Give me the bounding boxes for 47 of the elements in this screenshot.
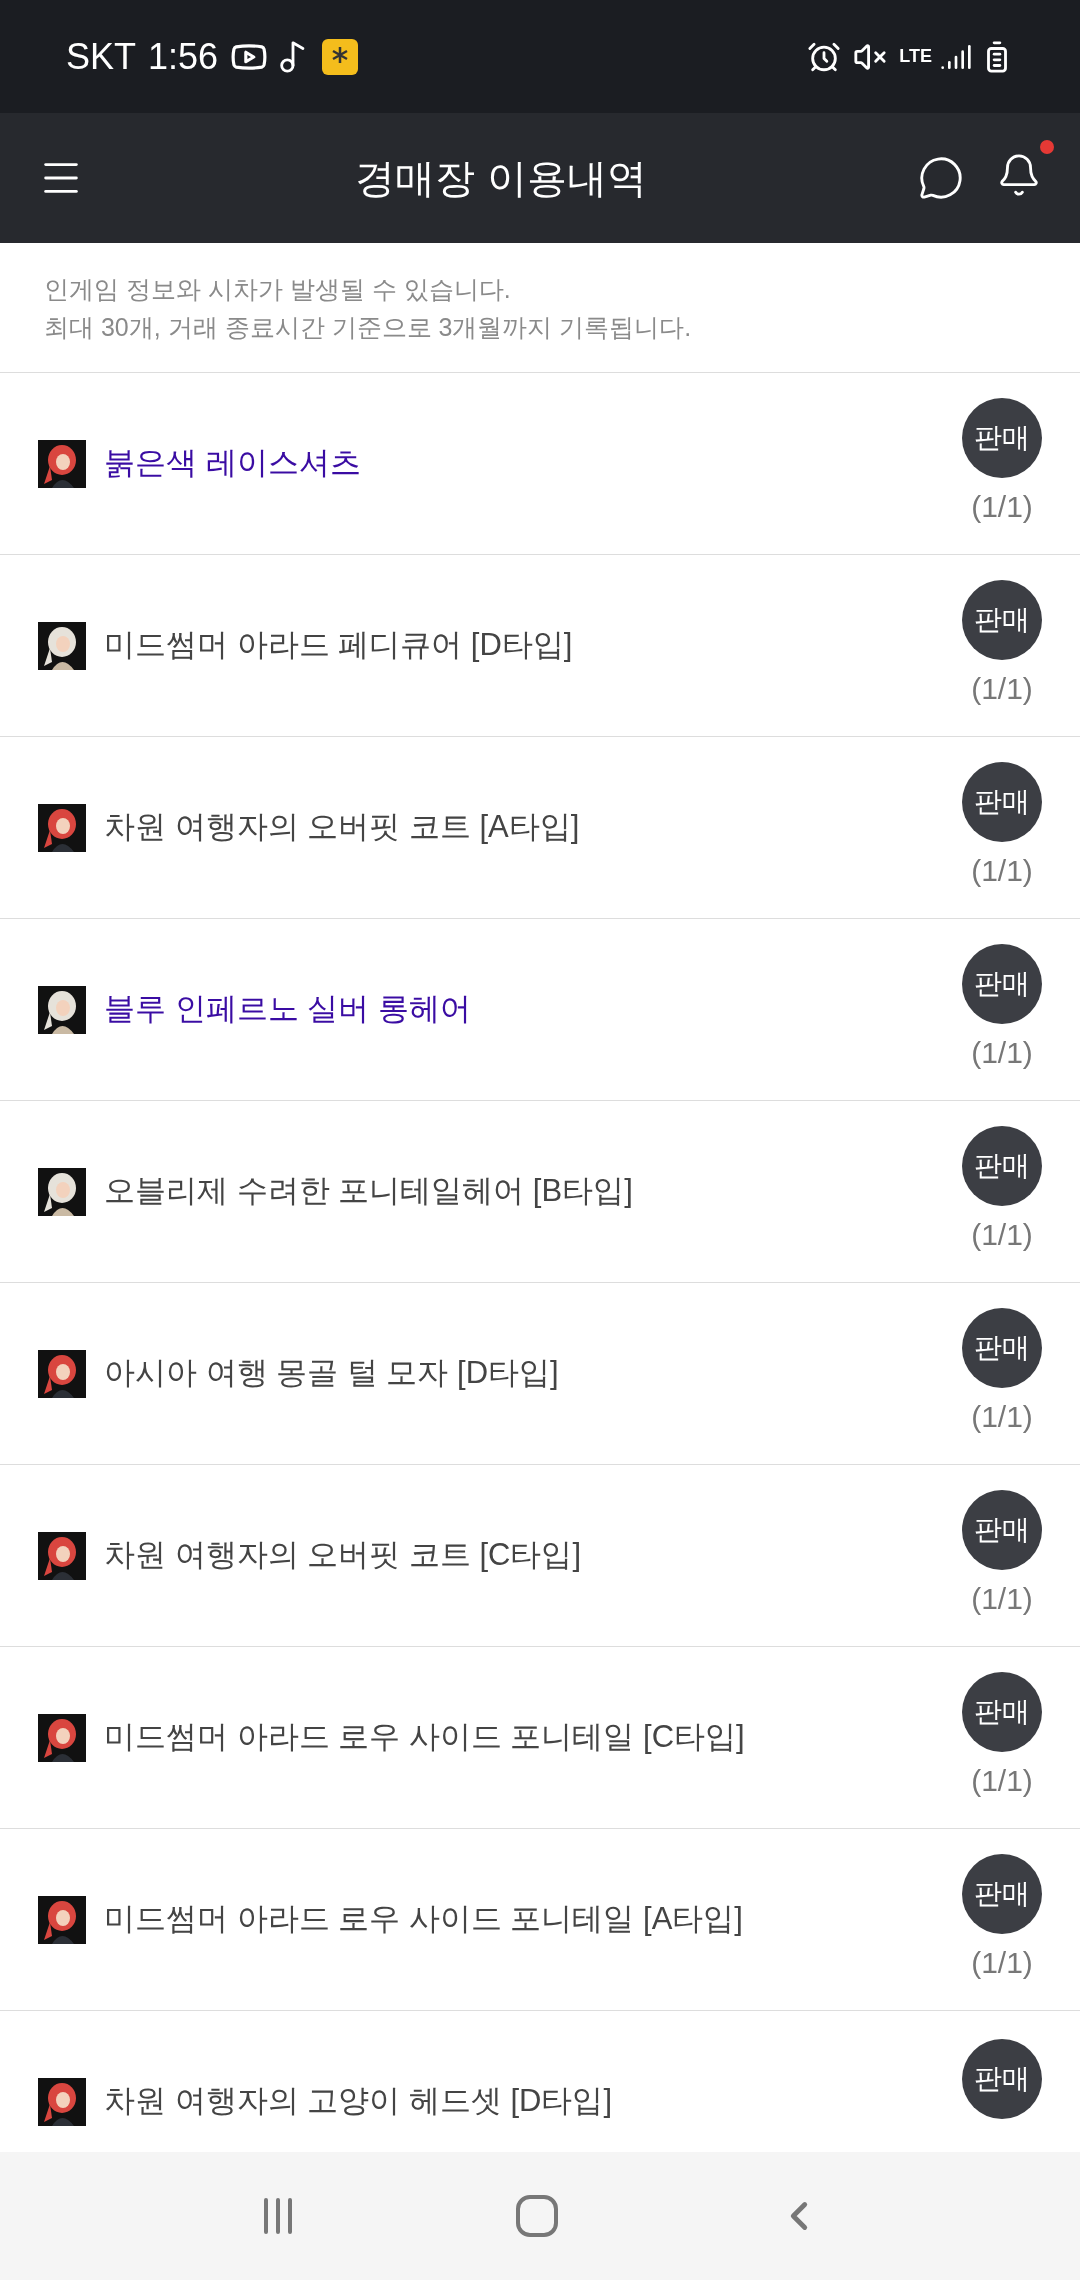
item-name: 미드썸머 아라드 로우 사이드 포니테일 [A타입] [104, 1900, 743, 1939]
count-text: (1/1) [971, 1217, 1033, 1253]
carrier-text: SKT [66, 34, 136, 79]
history-row[interactable]: 차원 여행자의 오버핏 코트 [C타입] 판매 (1/1) [0, 1465, 1080, 1647]
count-text: (1/1) [971, 1035, 1033, 1071]
history-row[interactable]: 미드썸머 아라드 로우 사이드 포니테일 [A타입] 판매 (1/1) [0, 1829, 1080, 2011]
sale-badge: 판매 [962, 2038, 1042, 2119]
item-name: 아시아 여행 몽골 털 모자 [D타입] [104, 1354, 559, 1393]
sale-badge: 판매 [962, 1308, 1042, 1388]
item-name: 차원 여행자의 고양이 헤드셋 [D타입] [104, 2082, 613, 2121]
bank-app-icon [322, 38, 359, 75]
item-name: 미드썸머 아라드 로우 사이드 포니테일 [C타입] [104, 1718, 745, 1757]
history-row[interactable]: 붉은색 레이스셔츠 판매 (1/1) [0, 373, 1080, 555]
sale-badge: 판매 [962, 944, 1042, 1024]
history-row[interactable]: 미드썸머 아라드 페디큐어 [D타입] 판매 (1/1) [0, 555, 1080, 737]
item-name: 미드썸머 아라드 페디큐어 [D타입] [104, 626, 573, 665]
count-text: (1/1) [971, 1581, 1033, 1617]
item-name: 블루 인페르노 실버 롱헤어 [104, 990, 471, 1029]
page-title: 경매장 이용내역 [355, 155, 647, 202]
count-text: (1/1) [971, 671, 1033, 707]
item-name: 차원 여행자의 오버핏 코트 [A타입] [104, 808, 580, 847]
sale-badge: 판매 [962, 580, 1042, 660]
sale-badge: 판매 [962, 1672, 1042, 1752]
history-row[interactable]: 아시아 여행 몽골 털 모자 [D타입] 판매 (1/1) [0, 1283, 1080, 1465]
count-text: (1/1) [971, 1763, 1033, 1799]
count-text: (1/1) [971, 1945, 1033, 1981]
sale-badge: 판매 [962, 762, 1042, 842]
sale-badge: 판매 [962, 1126, 1042, 1206]
history-row[interactable]: 오블리제 수려한 포니테일헤어 [B타입] 판매 (1/1) [0, 1101, 1080, 1283]
history-row[interactable]: 블루 인페르노 실버 롱헤어 판매 (1/1) [0, 919, 1080, 1101]
item-name: 붉은색 레이스셔츠 [104, 444, 361, 483]
count-text: (1/1) [971, 853, 1033, 889]
clock-text: 1:56 [148, 34, 219, 79]
count-text: (1/1) [971, 489, 1033, 525]
history-row[interactable]: 차원 여행자의 오버핏 코트 [A타입] 판매 (1/1) [0, 737, 1080, 919]
network-type-text: LTE [899, 45, 932, 68]
item-name: 오블리제 수려한 포니테일헤어 [B타입] [104, 1172, 633, 1211]
count-text: (1/1) [971, 1399, 1033, 1435]
home-icon[interactable] [515, 2194, 559, 2238]
chat-button[interactable] [918, 155, 964, 201]
notice-text: 인게임 정보와 시차가 발생될 수 있습니다. [44, 273, 512, 305]
sale-badge: 판매 [962, 1854, 1042, 1934]
sale-badge: 판매 [962, 398, 1042, 478]
notice-text: 최대 30개, 거래 종료시간 기준으로 3개월까지 기록됩니다. [44, 311, 693, 343]
item-name: 차원 여행자의 오버핏 코트 [C타입] [104, 1536, 582, 1575]
sale-badge: 판매 [962, 1490, 1042, 1570]
history-row[interactable]: 미드썸머 아라드 로우 사이드 포니테일 [C타입] 판매 (1/1) [0, 1647, 1080, 1829]
